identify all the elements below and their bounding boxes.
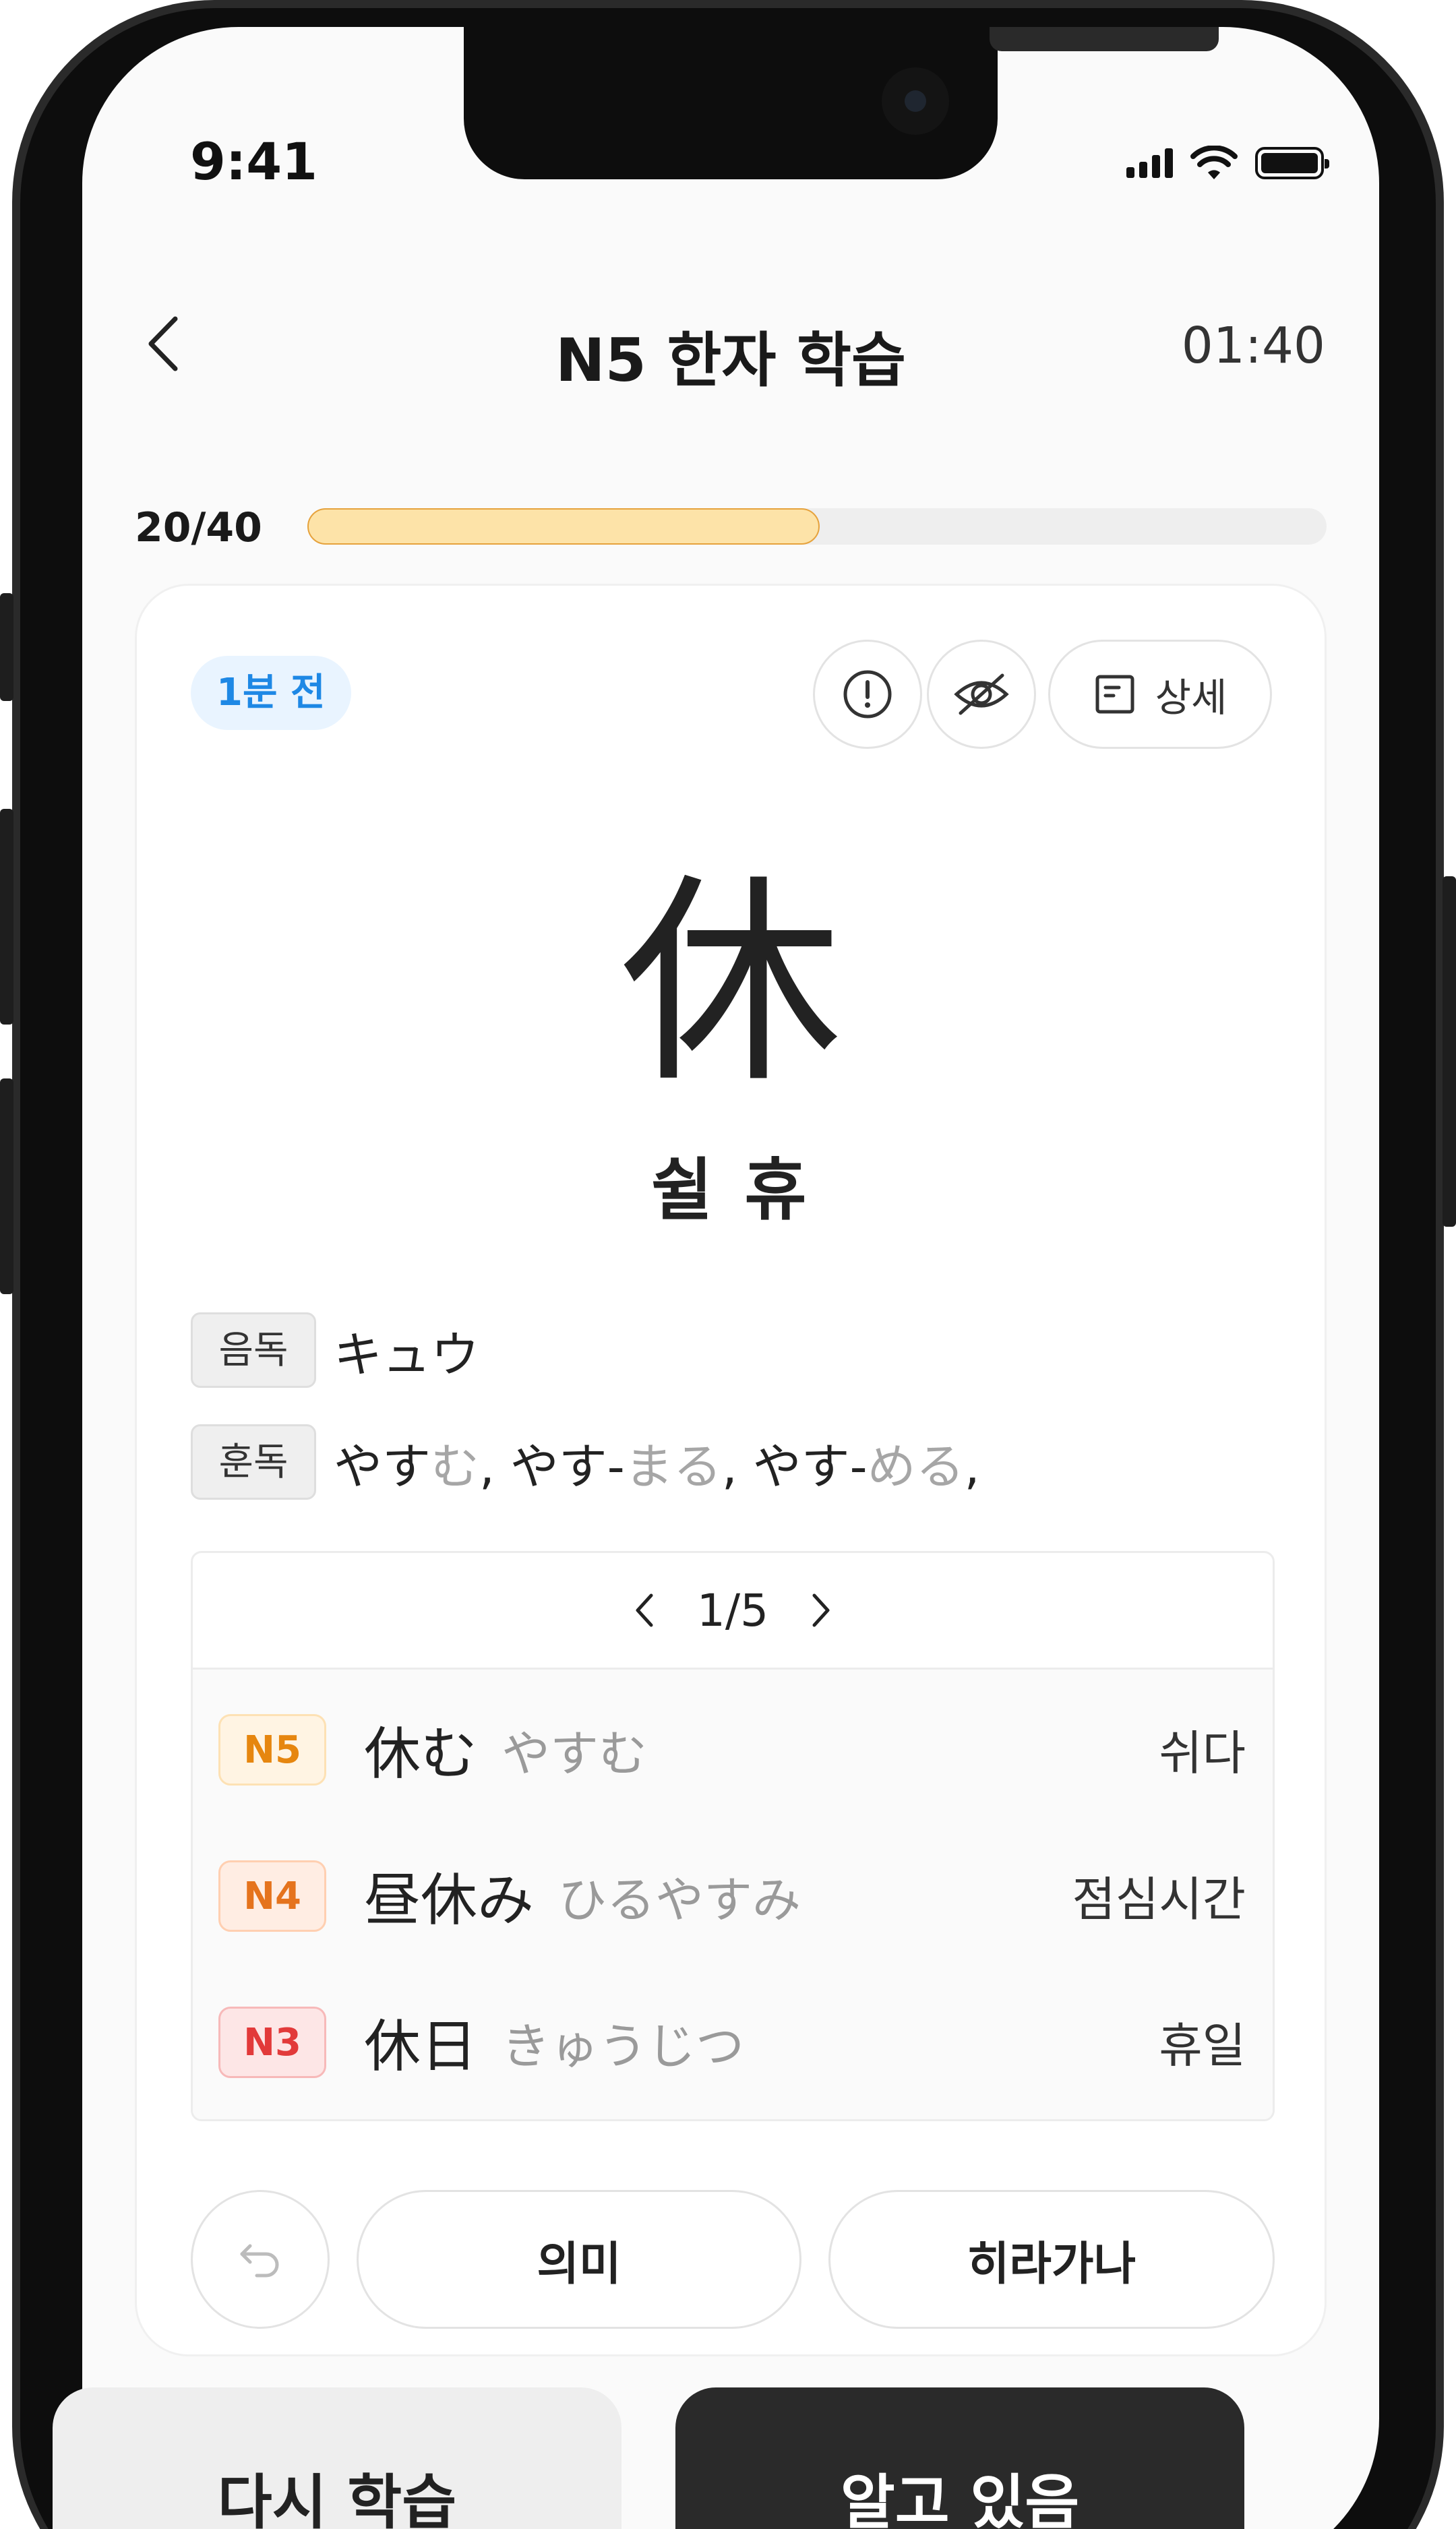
kun-reading-text: やすむ, やす-まる, やす-める, [334, 1427, 979, 1498]
i-know-button[interactable]: 알고 있음 [675, 2387, 1244, 2529]
kun-reading-part: む [431, 1438, 480, 1495]
kun-reading-tag: 훈독 [191, 1424, 316, 1500]
vocab-word: 休日 [364, 2013, 478, 2079]
on-reading-row: 음독 キュウ [191, 1312, 479, 1388]
vocab-meaning: 휴일 [1159, 2018, 1246, 2073]
hiragana-button[interactable]: 히라가나 [828, 2190, 1275, 2329]
vocab-kana: きゅうじつ [502, 2018, 745, 2075]
on-reading-text: キュウ [334, 1326, 480, 1383]
i-know-label: 알고 있음 [840, 2468, 1080, 2529]
status-time: 9:41 [190, 131, 318, 191]
chevron-right-icon[interactable] [809, 1591, 833, 1629]
eye-off-icon [954, 673, 1009, 715]
kun-reading-part: まる [624, 1438, 722, 1495]
meaning-button[interactable]: 의미 [357, 2190, 801, 2329]
vocab-meaning: 쉬다 [1159, 1726, 1246, 1781]
kun-reading-part: める [867, 1438, 965, 1495]
battery-icon [1255, 147, 1329, 179]
kun-reading-part: やす [334, 1438, 431, 1495]
kun-reading-row: 훈독 やすむ, やす-まる, やす-める, [191, 1424, 979, 1500]
speaker [990, 27, 1219, 51]
detail-label: 상세 [1155, 675, 1227, 721]
time-badge: 1분 전 [191, 656, 351, 730]
on-reading-tag: 음독 [191, 1312, 316, 1388]
vocab-row[interactable]: N5 休む やすむ 쉬다 [193, 1676, 1273, 1823]
wifi-icon [1190, 146, 1238, 179]
vocab-pager: 1/5 [193, 1553, 1273, 1670]
header: N5 한자 학습 01:40 [82, 297, 1379, 395]
card-actions: 의미 히라가나 [191, 2190, 1275, 2332]
hide-button[interactable] [927, 640, 1036, 749]
status-icons [1126, 146, 1329, 181]
study-again-button[interactable]: 다시 학습 [53, 2387, 621, 2529]
vocab-word: 昼休み [364, 1867, 535, 1933]
vocab-table: 1/5 N5 休む やすむ 쉬다 N4 昼休み ひるやすみ 점심시간 N3 休日 きゅうじつ 휴일 [191, 1551, 1275, 2121]
vocab-row[interactable]: N4 昼休み ひるやすみ 점심시간 [193, 1823, 1273, 1969]
progress-row: 20/40 [135, 499, 1327, 553]
detail-button[interactable]: 상세 [1048, 640, 1272, 749]
vocab-list: N5 休む やすむ 쉬다 N4 昼休み ひるやすみ 점심시간 N3 休日 きゅうじつ 휴일 [193, 1670, 1273, 2119]
alert-circle-icon [843, 670, 892, 719]
undo-icon [240, 2244, 279, 2278]
chevron-left-icon[interactable] [632, 1591, 657, 1629]
front-camera [882, 67, 949, 135]
vocab-word: 休む [364, 1721, 478, 1787]
progress-count: 20/40 [135, 504, 262, 551]
side-button-volume-up [0, 809, 13, 1025]
jlpt-level-badge: N5 [218, 1713, 326, 1786]
app-frame: 9:41 N5 한자 학습 01:40 20/40 1분 전 상세 休 쉴 휴 … [0, 0, 1456, 2529]
vocab-kana: ひるやすみ [558, 1872, 801, 1928]
kanji-meaning: 쉴 휴 [650, 1151, 811, 1229]
notch [464, 27, 1219, 179]
jlpt-level-badge: N3 [218, 2006, 326, 2078]
signal-icon [1126, 148, 1173, 178]
progress-fill [307, 508, 820, 545]
kanji-card: 1분 전 상세 休 쉴 휴 음독 キュウ 훈독 やすむ, やす-まる, やす-め… [135, 584, 1327, 2356]
phone-screen: 9:41 N5 한자 학습 01:40 20/40 1분 전 상세 休 쉴 휴 … [82, 27, 1379, 2529]
note-icon [1095, 675, 1134, 714]
vocab-meaning: 점심시간 [1072, 1872, 1246, 1927]
study-again-label: 다시 학습 [217, 2468, 457, 2529]
vocab-row[interactable]: N3 休日 きゅうじつ 휴일 [193, 1969, 1273, 2115]
side-button-power [1443, 876, 1456, 1227]
jlpt-level-badge: N4 [218, 1860, 326, 1932]
report-button[interactable] [813, 640, 922, 749]
kun-reading-part: , やす- [721, 1438, 868, 1495]
kun-reading-part: , やす- [479, 1438, 625, 1495]
pager-text: 1/5 [696, 1584, 769, 1637]
kun-reading-part: , [964, 1438, 980, 1495]
progress-bar [307, 508, 1327, 545]
kanji-character: 休 [619, 854, 842, 1113]
vocab-kana: やすむ [502, 1726, 648, 1782]
side-button-mute [0, 593, 13, 701]
side-button-volume-down [0, 1078, 13, 1294]
undo-button[interactable] [191, 2190, 330, 2329]
study-timer: 01:40 [1181, 317, 1325, 375]
